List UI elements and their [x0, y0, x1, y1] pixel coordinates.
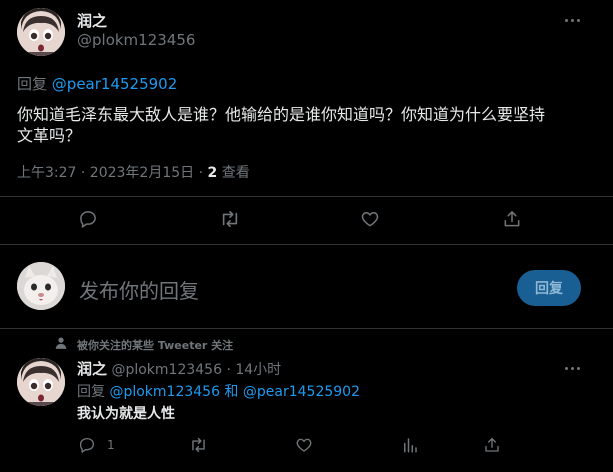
- replying-to-prefix: 回复: [17, 75, 48, 93]
- retweet-icon[interactable]: [219, 209, 241, 229]
- reply-author-handle-time[interactable]: @plokm123456 · 14小时: [111, 362, 281, 378]
- author-name[interactable]: 润之: [77, 10, 107, 31]
- replying-to-handle-1[interactable]: @plokm123456: [109, 384, 220, 400]
- more-icon[interactable]: [565, 10, 580, 30]
- reply-icon[interactable]: [78, 209, 98, 229]
- share-icon[interactable]: [502, 209, 522, 229]
- tweet-timestamp[interactable]: 上午3:27 · 2023年2月15日 ·: [17, 165, 208, 181]
- like-icon[interactable]: [295, 436, 313, 454]
- author-avatar[interactable]: [17, 8, 65, 56]
- person-icon: [54, 336, 68, 350]
- replying-to: 回复 @pear14525902: [17, 73, 177, 94]
- reply-replying-to: 回复 @plokm123456 和 @pear14525902: [77, 381, 360, 401]
- reply-text: 我认为就是人性: [77, 406, 175, 422]
- reply-button[interactable]: 回复: [517, 270, 581, 306]
- replying-to-prefix: 回复: [77, 384, 105, 400]
- social-context: 被你关注的某些 Tweeter 关注: [77, 339, 234, 352]
- reply-author-name[interactable]: 润之: [77, 360, 107, 378]
- divider: [0, 244, 613, 245]
- retweet-icon[interactable]: [189, 436, 208, 454]
- tweet-meta: 上午3:27 · 2023年2月15日 · 2 查看: [17, 162, 250, 182]
- reply-author-avatar[interactable]: [17, 358, 65, 406]
- replying-to-handle[interactable]: @pear14525902: [52, 75, 177, 93]
- share-icon[interactable]: [483, 436, 501, 454]
- current-user-avatar[interactable]: [17, 262, 65, 310]
- divider: [0, 196, 613, 197]
- views-icon[interactable]: [401, 436, 419, 454]
- tweet-text: 你知道毛泽东最大敌人是谁？他输给的是谁你知道吗？你知道为什么要坚持 文革吗？: [17, 104, 607, 146]
- reply-composer-input[interactable]: 发布你的回复: [79, 275, 499, 304]
- reply-count[interactable]: 1: [107, 438, 115, 452]
- reply-icon[interactable]: [78, 436, 96, 454]
- replying-to-handle-2[interactable]: @pear14525902: [243, 384, 360, 400]
- author-handle[interactable]: @plokm123456: [77, 31, 195, 49]
- like-icon[interactable]: [360, 209, 380, 229]
- reply-author-line: 润之 @plokm123456 · 14小时: [77, 358, 281, 379]
- views-count[interactable]: 2: [208, 165, 218, 181]
- tweet-text-line-1: 你知道毛泽东最大敌人是谁？他输给的是谁你知道吗？你知道为什么要坚持: [17, 105, 546, 124]
- more-icon[interactable]: [565, 358, 580, 378]
- divider: [0, 328, 613, 329]
- replying-to-and: 和: [219, 384, 243, 400]
- tweet-text-line-2: 文革吗？: [17, 126, 82, 145]
- views-label[interactable]: 查看: [217, 165, 250, 181]
